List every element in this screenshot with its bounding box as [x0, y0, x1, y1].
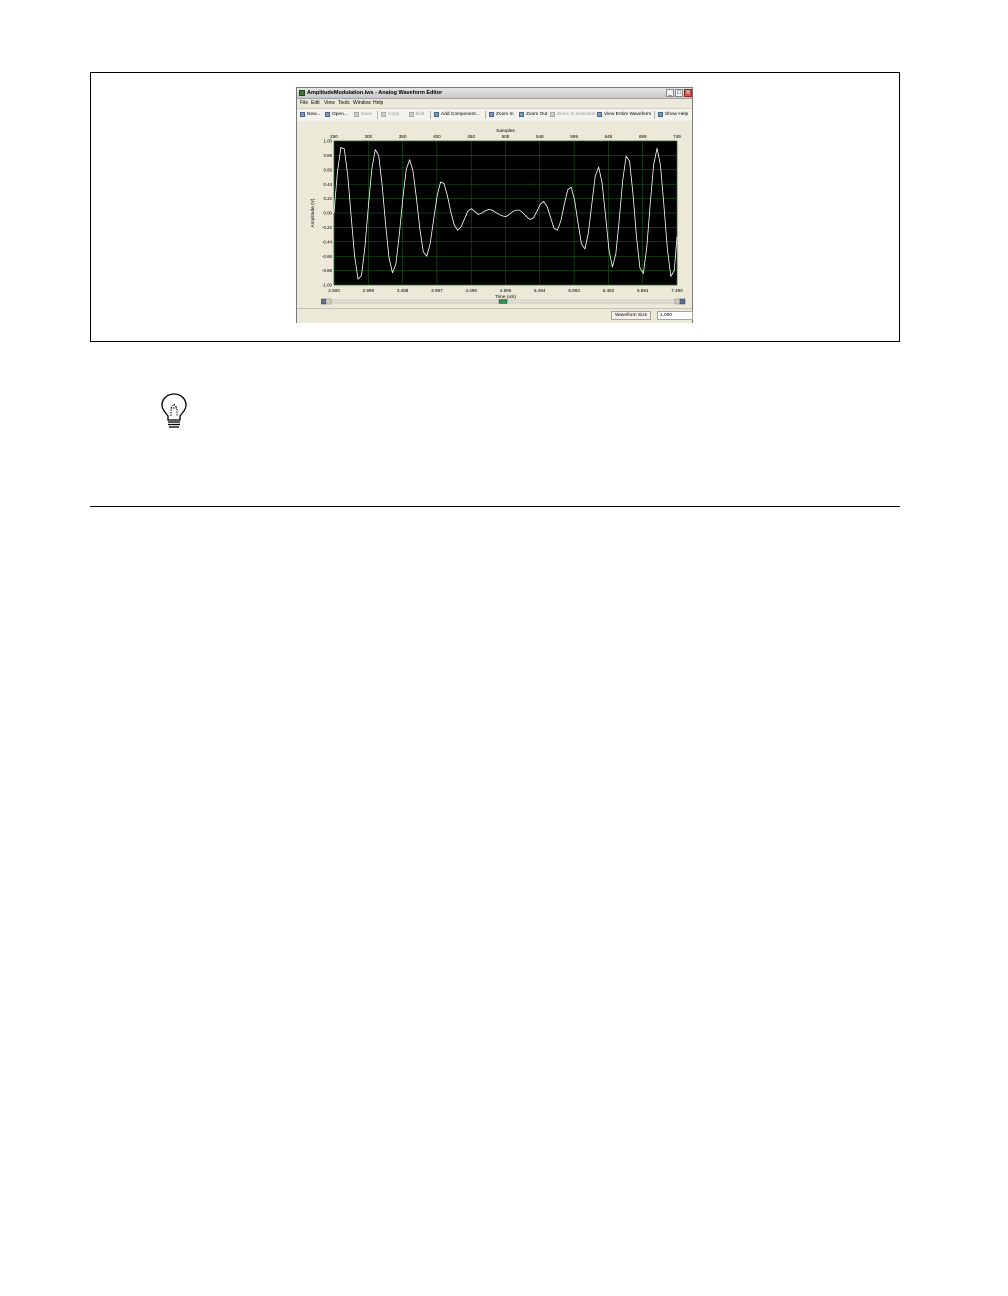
top-tick-label: 699: [639, 134, 647, 139]
y-tick-label: -0.44: [322, 239, 333, 244]
menu-tools[interactable]: Tools: [338, 100, 350, 106]
x-tick-label: 4.995: [500, 288, 512, 293]
y-tick-label: -0.22: [322, 225, 333, 230]
y-tick-label: 0.88: [323, 153, 332, 158]
x-tick-label: 6.492: [603, 288, 615, 293]
copy-button[interactable]: Copy: [381, 111, 399, 119]
top-tick-label: 599: [570, 134, 578, 139]
top-tick-label: 350: [399, 134, 407, 139]
waveform-plot-panel: 2.500 250 2.999 300 3.498 350 3.997 400 4.496 450…: [297, 121, 692, 305]
y-tick-label: -0.88: [322, 268, 333, 273]
waveform-size-value: 1,000: [657, 311, 693, 320]
top-tick-label: 400: [433, 134, 441, 139]
top-axis-label: Samples: [496, 128, 515, 134]
y-tick-label: 0.66: [323, 167, 332, 172]
x-tick-label: 2.500: [328, 288, 340, 293]
y-tick-label: 0.44: [323, 182, 332, 187]
first-page-button[interactable]: [321, 298, 327, 305]
toolbar-separator: [654, 111, 655, 119]
toolbar-separator: [485, 111, 486, 119]
menu-edit[interactable]: Edit: [311, 100, 320, 106]
edit-button[interactable]: Edit: [409, 111, 424, 119]
zoom-to-selection-button[interactable]: Zoom to Selection: [550, 111, 596, 119]
new-button[interactable]: New...: [300, 111, 320, 119]
status-bar: Waveform Size 1,000: [297, 308, 693, 323]
show-help-button[interactable]: Show Help: [658, 111, 688, 119]
scrollbar-thumb[interactable]: [498, 299, 508, 304]
minimize-button[interactable]: _: [666, 89, 674, 97]
menu-help[interactable]: Help: [373, 100, 383, 106]
close-button[interactable]: ✕: [684, 89, 692, 97]
x-tick-label: 4.496: [465, 288, 477, 293]
lightbulb-icon: [161, 393, 187, 428]
last-page-button[interactable]: [679, 298, 686, 305]
window-title: AmplitudeModulation.lws - Analog Wavefor…: [307, 90, 443, 96]
top-tick-label: 649: [605, 134, 613, 139]
maximize-button[interactable]: □: [675, 89, 683, 97]
x-tick-label: 2.999: [363, 288, 375, 293]
top-tick-label: 300: [364, 134, 372, 139]
toolbar-separator: [377, 111, 378, 119]
toolbar: New... Open... Save Copy Edit Add Compon…: [297, 108, 692, 122]
x-tick-label: 3.997: [431, 288, 443, 293]
x-tick-label: 7.490: [671, 288, 683, 293]
waveform-size-label: Waveform Size: [611, 311, 652, 320]
view-entire-waveform-button[interactable]: View Entire Waveform: [597, 111, 651, 119]
y-tick-label: 1.00: [323, 139, 332, 144]
save-button[interactable]: Save: [354, 111, 372, 119]
y-tick-label: -0.66: [322, 254, 333, 259]
x-tick-label: 5.993: [568, 288, 580, 293]
scroll-left-button[interactable]: [325, 298, 332, 305]
x-tick-label: 6.991: [637, 288, 649, 293]
menu-view[interactable]: View: [324, 100, 335, 106]
top-tick-label: 450: [467, 134, 475, 139]
x-tick-label: 5.494: [534, 288, 546, 293]
scroll-right-button[interactable]: [674, 298, 681, 305]
top-tick-label: 548: [536, 134, 544, 139]
top-tick-label: 500: [502, 134, 510, 139]
y-tick-label: 0.00: [323, 211, 332, 216]
x-tick-label: 3.498: [397, 288, 409, 293]
waveform-navigation-bar: [321, 298, 686, 305]
title-bar[interactable]: AmplitudeModulation.lws - Analog Wavefor…: [297, 88, 692, 99]
waveform-graph[interactable]: 2.5002502.9993003.4983503.9974004.496450…: [297, 121, 692, 307]
open-button[interactable]: Open...: [325, 111, 348, 119]
toolbar-separator: [430, 111, 431, 119]
y-axis-label: Amplitude (V): [310, 198, 316, 227]
top-tick-label: 749: [673, 134, 681, 139]
y-tick-label: 0.22: [323, 196, 332, 201]
app-icon: [299, 90, 305, 96]
add-component-button[interactable]: Add Component...: [434, 111, 480, 119]
menu-window[interactable]: Window: [353, 100, 371, 106]
section-divider: [90, 506, 900, 507]
zoom-out-button[interactable]: Zoom Out: [519, 111, 547, 119]
menu-file[interactable]: File: [300, 100, 308, 106]
y-tick-label: -1.00: [322, 283, 333, 288]
menu-bar: File Edit View Tools Window Help: [297, 99, 692, 107]
zoom-in-button[interactable]: Zoom In: [489, 111, 514, 119]
analog-waveform-editor-window: AmplitudeModulation.lws - Analog Wavefor…: [296, 87, 693, 323]
